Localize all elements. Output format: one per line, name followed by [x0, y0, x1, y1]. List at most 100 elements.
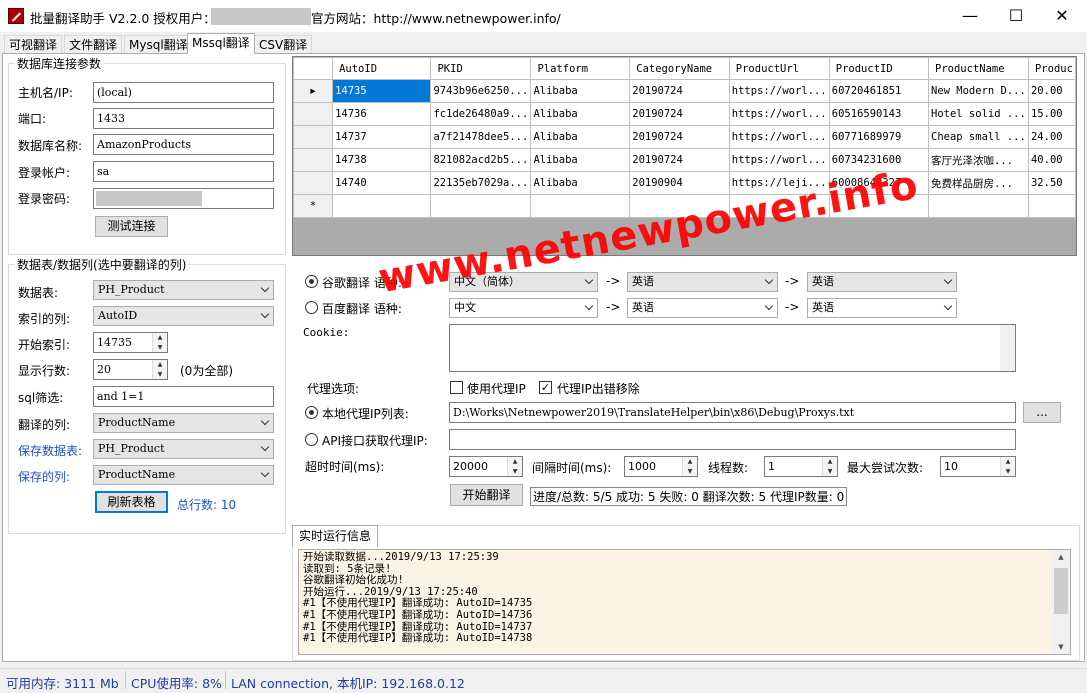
table-cell[interactable]: 20190904 — [629, 171, 730, 195]
host-input[interactable]: (local) — [93, 82, 274, 103]
spin-buttons[interactable]: ▲ ▼ — [682, 457, 697, 476]
start-index-stepper[interactable]: 14735 ▲ ▼ — [93, 332, 168, 353]
table-cell[interactable]: 14738 — [332, 148, 432, 172]
row-header[interactable] — [293, 125, 334, 149]
table-cell[interactable]: 20190724 — [629, 79, 730, 103]
table-cell[interactable]: Alibaba — [530, 125, 631, 149]
table-row[interactable]: ▸ 14735 9743b96e6250... Alibaba 20190724 http… — [293, 79, 1076, 103]
table-cell[interactable]: 20190724 — [629, 125, 730, 149]
google-mid-lang-select[interactable]: 英语 — [627, 272, 778, 292]
api-proxy-input[interactable] — [449, 429, 1016, 450]
interval-stepper[interactable]: 1000 ▲ ▼ — [624, 456, 698, 477]
table-cell[interactable]: 20190724 — [629, 148, 730, 172]
table-cell[interactable]: 免费样品厨房... — [928, 171, 1029, 195]
table-cell[interactable]: 14737 — [332, 125, 432, 149]
index-column-select[interactable]: AutoID — [93, 306, 274, 326]
local-proxy-path-input[interactable]: D:\Works\Netnewpower2019\TranslateHelper… — [449, 402, 1016, 423]
google-translate-radio[interactable] — [305, 275, 318, 288]
table-cell[interactable]: 14735 — [332, 79, 432, 103]
table-cell[interactable]: 60771689979 — [828, 125, 930, 149]
table-cell[interactable] — [928, 194, 1029, 218]
table-cell[interactable]: 14740 — [332, 171, 432, 195]
test-connection-button[interactable]: 测试连接 — [95, 216, 168, 237]
grid-column-header[interactable]: Produc — [1027, 57, 1076, 80]
tab-file-translate[interactable]: 文件翻译 — [64, 35, 123, 53]
table-cell[interactable]: 60720461851 — [828, 79, 930, 103]
table-cell[interactable]: Hotel solid ... — [928, 102, 1029, 126]
browse-button[interactable]: ... — [1023, 402, 1061, 423]
table-cell[interactable]: 40.00 — [1027, 148, 1076, 172]
close-button[interactable]: ✕ — [1039, 0, 1085, 32]
table-cell[interactable]: https://worl... — [728, 125, 830, 149]
table-row[interactable]: 14736 fc1de26480a9... Alibaba 20190724 https… — [293, 102, 1076, 126]
new-row-header[interactable]: * — [293, 194, 334, 218]
scroll-up-icon[interactable]: ▲ — [1052, 550, 1070, 564]
grid-column-header[interactable]: Platform — [530, 57, 631, 80]
table-cell[interactable]: 821082acd2b5... — [430, 148, 532, 172]
table-cell[interactable]: Alibaba — [530, 102, 631, 126]
spin-buttons[interactable]: ▲ ▼ — [822, 457, 837, 476]
baidu-translate-radio[interactable] — [305, 301, 318, 314]
grid-column-header[interactable]: ProductUrl — [728, 57, 830, 80]
table-cell[interactable]: 15.00 — [1027, 102, 1076, 126]
baidu-target-lang-select[interactable]: 英语 — [807, 298, 957, 318]
dbname-input[interactable]: AmazonProducts — [93, 134, 274, 155]
scroll-thumb[interactable] — [1054, 568, 1068, 614]
table-cell[interactable]: 60516590143 — [828, 102, 930, 126]
maximize-button[interactable]: ☐ — [993, 0, 1039, 32]
cookie-scrollbar[interactable] — [1000, 325, 1015, 371]
grid-column-header[interactable]: AutoID — [332, 57, 432, 80]
tab-visual-translate[interactable]: 可视翻译 — [4, 35, 63, 53]
start-translate-button[interactable]: 开始翻译 — [450, 484, 523, 506]
row-header[interactable] — [293, 171, 334, 195]
table-cell[interactable]: 32.50 — [1027, 171, 1076, 195]
save-table-select[interactable]: PH_Product — [93, 439, 274, 459]
table-cell[interactable]: Alibaba — [530, 79, 631, 103]
log-scrollbar[interactable]: ▲ ▼ — [1052, 550, 1070, 654]
scroll-down-icon[interactable]: ▼ — [1052, 640, 1070, 654]
max-retries-stepper[interactable]: 10 ▲ ▼ — [940, 456, 1016, 477]
table-cell[interactable]: 9743b96e6250... — [430, 79, 532, 103]
table-row[interactable]: 14740 22135eb7029a... Alibaba 20190904 https… — [293, 171, 1076, 195]
display-rows-stepper[interactable]: 20 ▲ ▼ — [93, 359, 168, 380]
use-proxy-checkbox[interactable] — [450, 381, 463, 394]
grid-column-header[interactable]: ProductName — [928, 57, 1029, 80]
table-cell[interactable] — [430, 194, 532, 218]
baidu-source-lang-select[interactable]: 中文 — [449, 298, 598, 318]
grid-column-header[interactable]: ProductID — [828, 57, 930, 80]
table-cell[interactable] — [1027, 194, 1076, 218]
row-header[interactable]: ▸ — [293, 79, 334, 103]
table-cell[interactable]: fc1de26480a9... — [430, 102, 532, 126]
grid-column-header[interactable]: PKID — [430, 57, 532, 80]
sql-filter-input[interactable]: and 1=1 — [93, 386, 274, 407]
table-row[interactable]: 14737 a7f21478dee5... Alibaba 20190724 https… — [293, 125, 1076, 149]
table-cell[interactable]: Alibaba — [530, 171, 631, 195]
table-cell[interactable]: 20.00 — [1027, 79, 1076, 103]
spin-buttons[interactable]: ▲ ▼ — [152, 333, 167, 352]
minimize-button[interactable]: — — [947, 0, 993, 32]
table-cell[interactable]: https://worl... — [728, 148, 830, 172]
threads-stepper[interactable]: 1 ▲ ▼ — [764, 456, 838, 477]
remove-bad-proxy-checkbox[interactable]: ✓ — [539, 381, 552, 394]
tab-realtime-log[interactable]: 实时运行信息 — [292, 525, 379, 547]
tab-mysql-translate[interactable]: Mysql翻译 — [124, 35, 193, 53]
tab-mssql-translate[interactable]: Mssql翻译 — [187, 33, 255, 54]
local-proxy-radio[interactable] — [305, 406, 318, 419]
table-cell[interactable]: a7f21478dee5... — [430, 125, 532, 149]
save-column-select[interactable]: ProductName — [93, 465, 274, 485]
tab-csv-translate[interactable]: CSV翻译 — [254, 35, 313, 53]
refresh-table-button[interactable]: 刷新表格 — [95, 491, 168, 513]
spin-buttons[interactable]: ▲ ▼ — [507, 457, 522, 476]
row-header[interactable] — [293, 148, 334, 172]
table-row[interactable]: 14738 821082acd2b5... Alibaba 20190724 https… — [293, 148, 1076, 172]
user-input[interactable]: sa — [93, 161, 274, 182]
table-cell[interactable]: 14736 — [332, 102, 432, 126]
table-cell[interactable]: 22135eb7029a... — [430, 171, 532, 195]
table-cell[interactable]: 客厅光泽浓咖... — [928, 148, 1029, 172]
table-cell[interactable]: 20190724 — [629, 102, 730, 126]
api-proxy-radio[interactable] — [305, 433, 318, 446]
table-cell[interactable]: 24.00 — [1027, 125, 1076, 149]
table-cell[interactable]: https://worl... — [728, 102, 830, 126]
table-cell[interactable] — [332, 194, 432, 218]
spin-buttons[interactable]: ▲ ▼ — [152, 360, 167, 379]
